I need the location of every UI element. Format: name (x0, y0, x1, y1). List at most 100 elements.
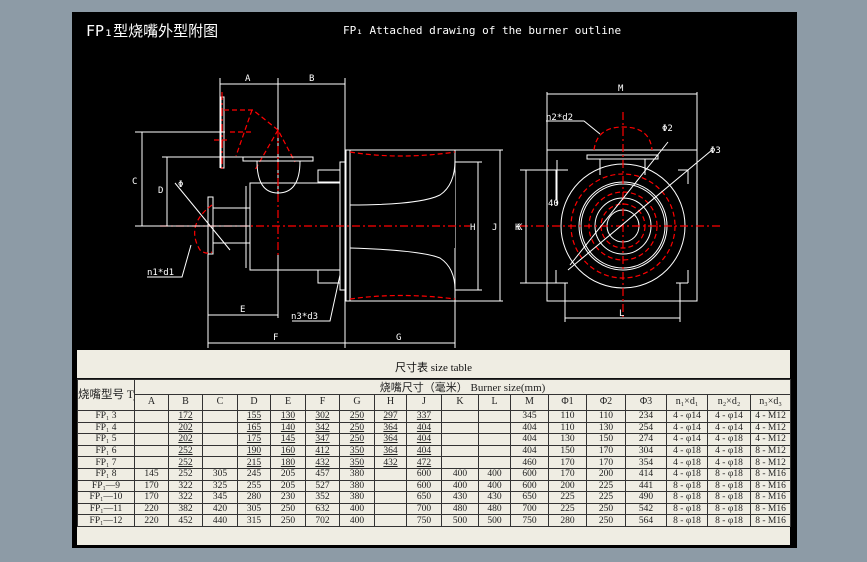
value-cell: 4 - φ18 (666, 467, 708, 481)
value-cell: 414 (625, 467, 667, 481)
value-cell: 4 - φ18 (707, 444, 751, 458)
value-cell (441, 410, 479, 423)
value-cell (202, 410, 238, 423)
value-cell: 700 (510, 502, 549, 516)
column-header: E (270, 393, 306, 412)
dim-d-label: D (158, 186, 163, 196)
value-cell: 364 (374, 421, 407, 435)
table-row: FP₁ 5 202 175 145 347 250 364 404 404 130 150 274 4 … (77, 433, 792, 446)
value-cell (134, 456, 169, 469)
value-cell (374, 514, 407, 527)
value-cell: 205 (270, 479, 306, 493)
value-cell: 337 (406, 410, 442, 423)
column-header: n₂×d₂ (707, 393, 751, 412)
value-cell: 225 (548, 502, 587, 516)
value-cell: 345 (510, 410, 549, 423)
phi-label: Φ (178, 180, 183, 190)
value-cell: 352 (305, 491, 340, 504)
value-cell: 220 (134, 514, 169, 527)
dim-e-label: E (240, 305, 245, 315)
value-cell: 215 (237, 456, 271, 469)
value-cell: 202 (168, 433, 203, 446)
value-cell: 234 (625, 410, 667, 423)
value-cell: 254 (625, 421, 667, 435)
value-cell: 220 (134, 502, 169, 516)
value-cell: 8 - φ18 (666, 514, 708, 527)
value-cell: 170 (548, 467, 587, 481)
value-cell: 380 (339, 479, 375, 493)
value-cell: 4 - M12 (749, 433, 792, 446)
value-cell: 110 (548, 421, 587, 435)
value-cell: 202 (168, 421, 203, 435)
value-cell: 8 - φ18 (666, 479, 708, 493)
value-cell: 472 (406, 456, 442, 469)
value-cell: 400 (478, 467, 511, 481)
value-cell: 440 (202, 514, 238, 527)
value-cell: 430 (441, 491, 479, 504)
value-cell: 255 (237, 479, 271, 493)
dim-40-label: 40 (548, 199, 559, 209)
value-cell: 225 (586, 479, 626, 493)
table-row: FP₁—9 170 322 325 255 205 527 380 600 400 400 600 20… (77, 479, 792, 493)
value-cell: 750 (406, 514, 442, 527)
table-row: FP₁—11 220 382 420 305 250 632 400 700 480 480 700 2… (77, 502, 792, 516)
value-cell: 160 (270, 444, 306, 458)
value-cell: 180 (270, 456, 306, 469)
value-cell: 225 (586, 491, 626, 504)
value-cell: 432 (305, 456, 340, 469)
type-cell: FP₁—10 (77, 491, 135, 504)
value-cell: 322 (168, 491, 203, 504)
type-cell: FP₁ 4 (77, 421, 135, 435)
value-cell: 480 (441, 502, 479, 516)
size-table: 尺寸表 size table 烧嘴型号 Type 烧嘴尺寸（毫米） Burner… (77, 350, 792, 545)
table-row: FP₁ 7 252 215 180 432 350 432 472 460 170 170 354 4 … (77, 456, 792, 469)
value-cell: 322 (168, 479, 203, 493)
value-cell: 345 (202, 491, 238, 504)
value-cell: 315 (237, 514, 271, 527)
value-cell: 304 (625, 444, 667, 458)
dim-k-front-label: K (515, 223, 521, 233)
title-cn: FP₁型烧嘴外型附图 (86, 22, 218, 40)
value-cell: 280 (237, 491, 271, 504)
value-cell: 225 (548, 491, 587, 504)
dim-l-label: L (619, 309, 624, 319)
type-cell: FP₁ 5 (77, 433, 135, 446)
value-cell: 412 (305, 444, 340, 458)
value-cell: 404 (510, 433, 549, 446)
value-cell: 305 (237, 502, 271, 516)
value-cell: 342 (305, 421, 340, 435)
column-header: Φ1 (548, 393, 587, 412)
value-cell (202, 433, 238, 446)
value-cell: 600 (406, 467, 442, 481)
value-cell (374, 491, 407, 504)
value-cell: 382 (168, 502, 203, 516)
value-cell: 542 (625, 502, 667, 516)
value-cell: 205 (270, 467, 306, 481)
value-cell: 8 - M16 (749, 491, 792, 504)
value-cell (134, 410, 169, 423)
column-header: B (168, 393, 203, 412)
value-cell: 8 - M16 (749, 479, 792, 493)
value-cell: 8 - M16 (749, 502, 792, 516)
value-cell: 8 - φ18 (707, 479, 751, 493)
value-cell: 8 - φ18 (707, 502, 751, 516)
type-cell: FP₁—12 (77, 514, 135, 527)
type-header: 烧嘴型号 Type (77, 379, 135, 411)
value-cell: 404 (510, 421, 549, 435)
value-cell: 400 (478, 479, 511, 493)
value-cell (478, 444, 511, 458)
value-cell (202, 421, 238, 435)
table-title: 尺寸表 size table (77, 350, 790, 379)
value-cell: 4 - φ18 (707, 456, 751, 469)
value-cell: 430 (478, 491, 511, 504)
type-cell: FP₁ 3 (77, 410, 135, 423)
value-cell: 380 (339, 491, 375, 504)
value-cell: 404 (406, 433, 442, 446)
column-header: C (202, 393, 238, 412)
value-cell: 400 (441, 479, 479, 493)
value-cell (441, 433, 479, 446)
value-cell: 4 - φ18 (666, 456, 708, 469)
value-cell: 250 (339, 421, 375, 435)
value-cell: 432 (374, 456, 407, 469)
value-cell: 4 - M12 (749, 410, 792, 423)
